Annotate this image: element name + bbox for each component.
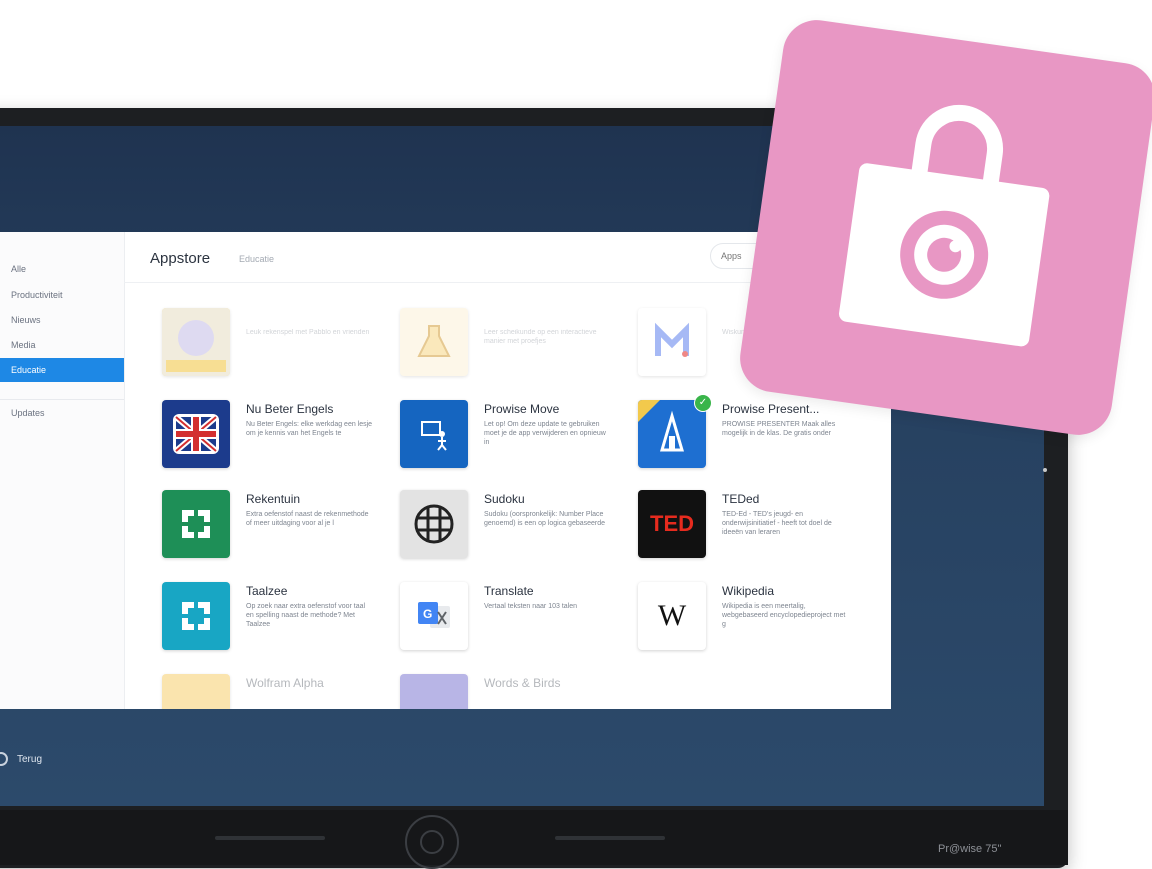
display-bottom-bar [0,810,1068,865]
breadcrumb[interactable]: Educatie [239,254,274,264]
app-card[interactable]: ✓ Prowise Present... PROWISE PRESENTER M… [638,394,868,484]
app-description: Wikipedia is een meertalig, webgebaseerd… [722,603,846,628]
app-card[interactable]: TED TEDed TED-Ed - TED's jeugd- en onder… [638,490,868,574]
app-description: Vertaal teksten naar 103 talen [484,603,578,610]
app-name: Nu Beter Engels [246,402,334,416]
sidebar: Alle Productiviteit Nieuws Media Educati… [0,232,125,709]
rekentuin-icon [162,490,230,558]
installed-check-icon: ✓ [694,394,712,412]
ted-logo-text: TED [650,511,694,536]
app-description: Leer scheikunde op een interactieve mani… [484,329,597,345]
uk-flag-icon [162,400,230,468]
app-name: TEDed [722,492,760,506]
app-card[interactable]: Leuk rekenspel met Pabblo en vrienden [162,308,392,392]
sidebar-item-educatie[interactable]: Educatie [0,358,124,382]
app-card[interactable]: Leer scheikunde op een interactieve mani… [400,308,630,392]
appstore-badge [735,15,1152,440]
app-card[interactable]: Wolfram Alpha [162,674,392,709]
app-description: Leuk rekenspel met Pabblo en vrienden [246,329,370,336]
speaker-right [555,836,665,840]
app-name: Words & Birds [484,676,561,690]
move-icon [400,400,468,468]
app-description: Nu Beter Engels: elke werkdag een lesje … [246,421,373,437]
power-indicator [1043,468,1047,472]
app-card[interactable]: Taalzee Op zoek naar extra oefenstof voo… [162,582,392,666]
ted-icon: TED [638,490,706,558]
app-name: Sudoku [484,492,525,506]
svg-text:G: G [423,607,432,621]
brand-label: Pr@wise 75" [938,843,1002,855]
wikipedia-icon: W [638,582,706,650]
app-name: Wolfram Alpha [246,676,324,690]
app-name: Rekentuin [246,492,301,506]
app-card[interactable]: Nu Beter Engels Nu Beter Engels: elke we… [162,400,392,484]
pabblo-icon [162,308,230,376]
app-card[interactable]: W Wikipedia Wikipedia is een meertalig, … [638,582,868,666]
app-description: Extra oefenstof naast de rekenmethode of… [246,511,369,527]
app-card[interactable]: Rekentuin Extra oefenstof naast de reken… [162,490,392,574]
sudoku-icon [400,490,468,558]
m-letter-icon [638,308,706,376]
sidebar-item-alle[interactable]: Alle [0,257,124,281]
app-name: Wikipedia [722,584,775,598]
wikipedia-logo-text: W [657,599,687,632]
wolfram-icon [162,674,230,709]
app-description: Sudoku (oorspronkelijk: Number Place gen… [484,511,606,527]
app-card[interactable]: Sudoku Sudoku (oorspronkelijk: Number Pl… [400,490,630,574]
app-name: Translate [484,584,534,598]
app-description: Let op! Om deze update te gebruiken moet… [484,421,606,446]
camera-ring-icon [405,815,459,869]
app-name: Taalzee [246,584,288,598]
back-button[interactable]: Terug [17,754,42,765]
flask-icon [400,308,468,376]
sidebar-item-nieuws[interactable]: Nieuws [0,308,124,332]
app-card[interactable]: Words & Birds [400,674,630,709]
app-description: Op zoek naar extra oefenstof voor taal e… [246,603,366,628]
sidebar-item-updates[interactable]: Updates [0,401,124,425]
app-name: Prowise Present... [722,402,820,416]
words-birds-icon [400,674,468,709]
shopping-bag-icon [839,104,1050,347]
app-name: Prowise Move [484,402,560,416]
taalzee-icon [162,582,230,650]
sidebar-item-media[interactable]: Media [0,333,124,357]
speaker-left [215,836,325,840]
app-description: TED-Ed - TED's jeugd- en onderwijsinitia… [722,511,832,536]
present-icon [638,400,706,468]
app-description: PROWISE PRESENTER Maak alles mogelijk in… [722,421,836,437]
translate-icon: G [400,582,468,650]
sidebar-item-productiviteit[interactable]: Productiviteit [0,283,124,307]
page-title: Appstore [150,250,211,267]
app-card[interactable]: G Translate Vertaal teksten naar 103 tal… [400,582,630,666]
app-card[interactable]: Prowise Move Let op! Om deze update te g… [400,400,630,484]
sidebar-divider [0,399,124,400]
